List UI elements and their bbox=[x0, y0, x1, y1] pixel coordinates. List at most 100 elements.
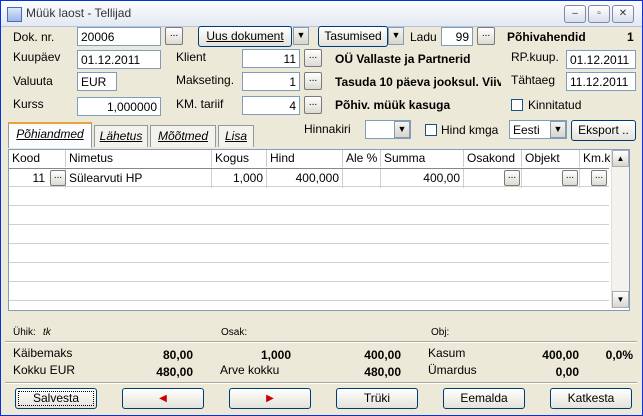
table-row[interactable] bbox=[9, 225, 609, 244]
previous-button[interactable]: ◀ bbox=[122, 388, 204, 409]
window: Müük laost - Tellijad – ▫ ✕ Dok. nr. 200… bbox=[0, 0, 643, 416]
window-title: Müük laost - Tellijad bbox=[26, 6, 132, 20]
km-tariff-lookup-button[interactable]: ... bbox=[304, 96, 322, 114]
table-row[interactable] bbox=[9, 187, 609, 206]
scroll-down-icon[interactable]: ▼ bbox=[612, 291, 629, 308]
kuupaev-field[interactable]: 01.12.2011 bbox=[77, 50, 161, 69]
makseting-label: Makseting. bbox=[176, 73, 235, 87]
restore-button[interactable]: ▫ bbox=[588, 5, 610, 23]
tahtaeg-field[interactable]: 11.12.2011 bbox=[566, 72, 636, 91]
makseting-lookup-button[interactable]: ... bbox=[304, 72, 322, 90]
kood-lookup-button[interactable]: ... bbox=[50, 170, 66, 186]
km-tariff-label: KM. tariif bbox=[176, 97, 224, 111]
valuuta-label: Valuuta bbox=[13, 74, 53, 88]
minimize-button[interactable]: – bbox=[564, 5, 586, 23]
tab-pohiandmed[interactable]: Põhiandmed bbox=[8, 122, 92, 148]
ladu-label: Ladu bbox=[410, 30, 437, 44]
col-header-kogus[interactable]: Kogus bbox=[212, 150, 267, 167]
hind-kmga-label: Hind kmga bbox=[441, 123, 499, 137]
valuuta-field[interactable]: EUR bbox=[77, 72, 117, 91]
col-header-nimetus[interactable]: Nimetus bbox=[66, 150, 212, 167]
table-row[interactable] bbox=[9, 282, 609, 301]
kurss-field[interactable]: 1,000000 bbox=[77, 97, 161, 116]
dok-nr-label: Dok. nr. bbox=[13, 30, 55, 44]
col-header-km-kood[interactable]: Km.koo bbox=[580, 150, 612, 167]
osak-label: Osak: bbox=[221, 327, 248, 338]
makseting-field[interactable]: 1 bbox=[242, 72, 300, 91]
col-header-ale[interactable]: Ale % bbox=[343, 150, 381, 167]
kuupaev-label: Kuupäev bbox=[13, 50, 61, 64]
main-means-value: 1 bbox=[627, 30, 634, 44]
kinnitatud-label: Kinnitatud bbox=[528, 98, 582, 112]
cancel-button[interactable]: Katkesta bbox=[550, 388, 632, 409]
tab-mootmed[interactable]: Mõõtmed bbox=[150, 125, 216, 147]
hind-kmga-checkbox[interactable] bbox=[425, 124, 437, 136]
ladu-lookup-button[interactable]: ... bbox=[477, 27, 495, 45]
kasum-label: Kasum bbox=[428, 346, 466, 360]
table-row[interactable] bbox=[9, 263, 609, 282]
kokku-label: Kokku EUR bbox=[13, 363, 76, 377]
objekt-lookup-button[interactable]: ... bbox=[562, 170, 578, 186]
vertical-scrollbar[interactable]: ▲ ▼ bbox=[611, 150, 629, 308]
next-button[interactable]: ▶ bbox=[229, 388, 311, 409]
ladu-field[interactable]: 99 bbox=[441, 27, 473, 46]
total-qty-value: 1,000 bbox=[260, 348, 291, 362]
total-sum-value: 400,00 bbox=[364, 348, 401, 362]
payments-button[interactable]: Tasumised bbox=[318, 26, 388, 47]
items-grid: Kood Nimetus Kogus Hind Ale % Summa Osak… bbox=[8, 149, 630, 311]
tab-lahetus[interactable]: Lähetus bbox=[94, 125, 148, 147]
table-row[interactable] bbox=[9, 206, 609, 225]
cell-summa[interactable]: 400,00 bbox=[381, 169, 464, 188]
cell-kogus[interactable]: 1,000 bbox=[212, 169, 267, 188]
arve-kokku-value: 480,00 bbox=[364, 365, 401, 379]
klient-lookup-button[interactable]: ... bbox=[304, 49, 322, 67]
uhik-value: tk bbox=[43, 327, 51, 338]
cell-hind[interactable]: 400,000 bbox=[267, 169, 343, 188]
payments-dropdown-icon[interactable]: ▼ bbox=[388, 27, 404, 45]
tab-lisa[interactable]: Lisa bbox=[218, 125, 254, 147]
umardus-label: Ümardus bbox=[428, 363, 477, 377]
rpkuup-field[interactable]: 01.12.2011 bbox=[566, 50, 636, 69]
close-button[interactable]: ✕ bbox=[612, 5, 634, 23]
hinnakiri-dropdown-icon[interactable]: ▼ bbox=[394, 121, 410, 138]
cell-ale[interactable] bbox=[343, 169, 381, 188]
remove-button[interactable]: Eemalda bbox=[443, 388, 525, 409]
km-tariff-field[interactable]: 4 bbox=[242, 96, 300, 115]
kinnitatud-checkbox[interactable] bbox=[511, 99, 523, 111]
col-header-hind[interactable]: Hind bbox=[267, 150, 343, 167]
new-document-button[interactable]: Uus dokument bbox=[198, 26, 292, 47]
new-document-dropdown-icon[interactable]: ▼ bbox=[293, 27, 309, 45]
cell-nimetus[interactable]: Sülearvuti HP bbox=[66, 169, 212, 188]
tahtaeg-label: Tähtaeg bbox=[511, 73, 556, 87]
kokku-value: 480,00 bbox=[156, 365, 193, 379]
save-button[interactable]: Salvesta bbox=[15, 388, 97, 409]
col-header-summa[interactable]: Summa bbox=[381, 150, 464, 167]
print-button[interactable]: Trüki bbox=[336, 388, 418, 409]
divider bbox=[5, 341, 637, 343]
divider bbox=[5, 382, 637, 384]
scroll-up-icon[interactable]: ▲ bbox=[612, 150, 629, 167]
dok-nr-lookup-button[interactable]: ... bbox=[165, 27, 183, 45]
table-row[interactable]: 11 ... Sülearvuti HP 1,000 400,000 400,0… bbox=[9, 168, 612, 188]
kasum-percent: 0,0% bbox=[605, 348, 633, 362]
dok-nr-field[interactable]: 20006 bbox=[77, 27, 161, 46]
arve-kokku-label: Arve kokku bbox=[220, 363, 280, 377]
col-header-kood[interactable]: Kood bbox=[9, 150, 66, 167]
makseting-text: Tasuda 10 päeva jooksul. Viiv bbox=[335, 75, 501, 89]
klient-field[interactable]: 11 bbox=[242, 49, 300, 68]
language-dropdown-icon[interactable]: ▼ bbox=[550, 121, 566, 138]
obj-label: Obj: bbox=[431, 327, 450, 338]
umardus-value: 0,00 bbox=[555, 365, 579, 379]
hinnakiri-label: Hinnakiri bbox=[304, 122, 351, 136]
col-header-objekt[interactable]: Objekt bbox=[522, 150, 580, 167]
export-button[interactable]: Eksport .. bbox=[571, 120, 636, 141]
rpkuup-label: RP.kuup. bbox=[511, 50, 559, 64]
km-tariff-text: Põhiv. müük kasuga bbox=[335, 98, 451, 112]
title-bar: Müük laost - Tellijad – ▫ ✕ bbox=[1, 1, 642, 27]
klient-name: OÜ Vallaste ja Partnerid bbox=[335, 52, 471, 66]
table-row[interactable] bbox=[9, 244, 609, 263]
osakond-lookup-button[interactable]: ... bbox=[504, 170, 520, 186]
km-kood-lookup-button[interactable]: ... bbox=[591, 170, 607, 186]
col-header-osakond[interactable]: Osakond bbox=[464, 150, 522, 167]
kaibemaks-label: Käibemaks bbox=[13, 346, 73, 360]
